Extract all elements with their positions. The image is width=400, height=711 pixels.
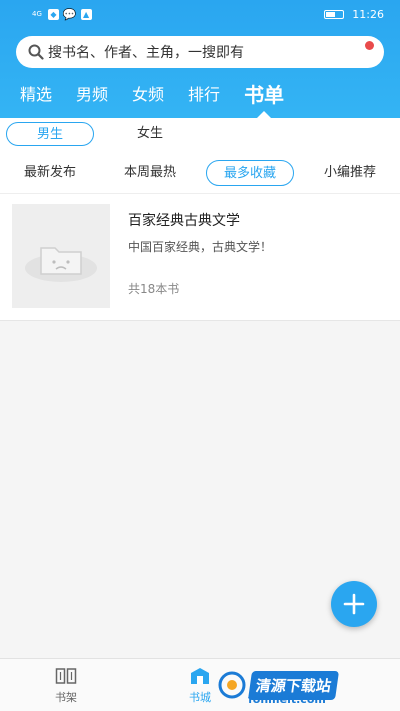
filter-weekly-hot[interactable]: 本周最热 — [110, 160, 190, 186]
nav-bookstore-label: 书城 — [189, 691, 211, 704]
search-icon — [28, 44, 44, 60]
tab-male[interactable]: 男频 — [76, 80, 108, 110]
tab-booklist[interactable]: 书单 — [244, 80, 284, 118]
nav-bookshelf[interactable]: 书架 — [36, 667, 96, 705]
app-notification-icon: ◆ — [47, 8, 59, 20]
gender-female-button[interactable]: 女生 — [106, 122, 194, 146]
booklist-count: 共18本书 — [128, 282, 180, 296]
filter-editor-picks[interactable]: 小编推荐 — [310, 160, 390, 186]
signal-icon: 4G — [32, 9, 42, 18]
tab-ranking[interactable]: 排行 — [188, 80, 220, 110]
booklist-title: 百家经典古典文学 — [128, 213, 240, 229]
booklist-item[interactable]: 百家经典古典文学 中国百家经典，古典文学！ 共18本书 — [0, 194, 400, 321]
filter-most-collected[interactable]: 最多收藏 — [206, 160, 294, 186]
app-header: 4G ◆ 💬 ▲ 11:26 搜书名、作者、主角，一搜即有 精选 男频 女频 排… — [0, 0, 400, 118]
watermark-subtext: fonmelt.com — [248, 693, 326, 706]
sort-filters: 最新发布 本周最热 最多收藏 小编推荐 — [0, 150, 400, 194]
bookstore-icon — [191, 668, 209, 684]
image-icon: ▲ — [80, 8, 92, 20]
search-input[interactable]: 搜书名、作者、主角，一搜即有 — [16, 36, 384, 68]
add-booklist-button[interactable] — [331, 581, 377, 627]
search-placeholder: 搜书名、作者、主角，一搜即有 — [48, 45, 244, 61]
tab-female[interactable]: 女频 — [132, 80, 164, 110]
top-tabs: 精选 男频 女频 排行 书单 — [20, 80, 284, 118]
booklist-description: 中国百家经典，古典文学！ — [128, 240, 273, 254]
notification-dot — [365, 41, 374, 50]
booklist-cover — [12, 204, 110, 308]
gender-switch: 男生 女生 — [0, 118, 400, 150]
nav-bookshelf-label: 书架 — [55, 691, 77, 704]
logo-icon — [218, 671, 246, 699]
chat-icon: 💬 — [62, 7, 77, 21]
clock: 11:26 — [352, 7, 384, 21]
battery-icon — [324, 9, 345, 19]
gender-male-button[interactable]: 男生 — [6, 122, 94, 146]
watermark-logo: 清源下载站 fonmelt.com — [218, 662, 388, 708]
status-bar: 4G ◆ 💬 ▲ 11:26 — [0, 0, 400, 28]
tab-featured[interactable]: 精选 — [20, 80, 52, 110]
bookshelf-icon — [55, 668, 77, 684]
plus-icon — [343, 593, 365, 615]
placeholder-image-icon — [25, 247, 97, 282]
filter-newest[interactable]: 最新发布 — [10, 160, 90, 186]
